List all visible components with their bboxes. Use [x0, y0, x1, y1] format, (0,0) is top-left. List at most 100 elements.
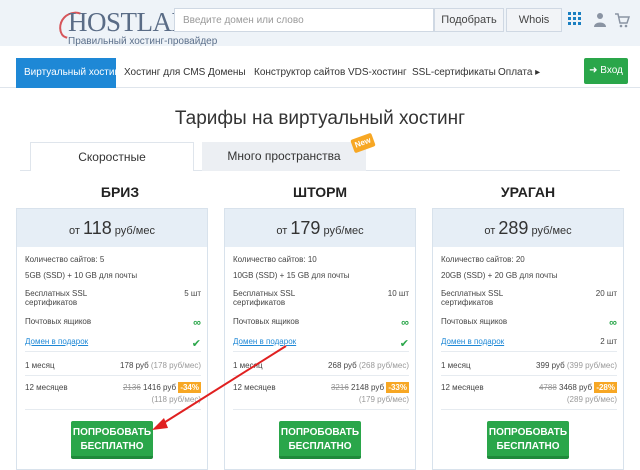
plan-price: от 289 руб/мес	[433, 209, 623, 247]
nav-item-ssl[interactable]: SSL-сертификаты	[412, 58, 496, 88]
nav-item-domains[interactable]: Домены	[208, 58, 246, 88]
month-price: 178 руб	[120, 361, 149, 370]
ssl-value: 5 шт	[184, 289, 201, 298]
plan-price: от 118 руб/мес	[17, 209, 207, 247]
nav-item-payment[interactable]: Оплата ▸	[498, 58, 540, 88]
hostland-logo[interactable]: HOSTLAND Правильный хостинг-провайдер	[30, 4, 217, 47]
sites-row: Количество сайтов: 20	[441, 255, 617, 264]
price-value: 289	[498, 218, 529, 238]
year-label: 12 месяцев	[25, 383, 68, 392]
new-badge: New	[350, 132, 376, 154]
mail-label: Почтовых ящиков	[441, 317, 508, 326]
month-price: 268 руб	[328, 361, 357, 370]
price-unit: руб/мес	[114, 225, 155, 237]
check-icon: ✔	[191, 338, 201, 350]
ssl-label: Бесплатных SSL сертификатов	[441, 289, 503, 307]
month-price: 399 руб	[536, 361, 565, 370]
plan-price: от 179 руб/мес	[225, 209, 415, 247]
price-prefix: от	[484, 225, 496, 237]
year-note: (118 руб/мес)	[151, 395, 201, 404]
sites-value: 10	[307, 255, 317, 264]
user-icon[interactable]	[594, 12, 606, 28]
divider	[25, 375, 201, 376]
tab-fast[interactable]: Скоростные	[30, 142, 194, 171]
discount-badge: -28%	[594, 382, 617, 393]
mail-label: Почтовых ящиков	[25, 317, 92, 326]
mail-row: Почтовых ящиков ∞	[233, 317, 409, 329]
disk-row: 10GB (SSD) + 15 GB для почты	[233, 271, 350, 280]
gift-domain-link[interactable]: Домен в подарок	[25, 337, 88, 346]
sites-label: Количество сайтов:	[25, 255, 98, 264]
ssl-label: Бесплатных SSL сертификатов	[233, 289, 295, 307]
divider	[441, 375, 617, 376]
price-unit: руб/мес	[531, 225, 572, 237]
infinity-icon: ∞	[401, 317, 409, 329]
year-label: 12 месяцев	[233, 383, 276, 392]
domain-search-input[interactable]: Введите домен или слово	[174, 8, 434, 32]
plan-card-hurricane: от 289 руб/мес Количество сайтов: 20 20G…	[432, 208, 624, 470]
disk-row: 20GB (SSD) + 20 GB для почты	[441, 271, 558, 280]
year-note: (179 руб/мес)	[358, 395, 409, 404]
year-old-price: 3216	[330, 383, 349, 392]
plan-title-breeze: БРИЗ	[100, 184, 140, 200]
year-price: 3468 руб	[559, 383, 593, 392]
gift-count: 2 шт	[600, 337, 617, 346]
infinity-icon: ∞	[193, 317, 201, 329]
divider	[233, 375, 409, 376]
gift-domain-link[interactable]: Домен в подарок	[233, 337, 296, 346]
apps-grid-icon[interactable]	[568, 12, 588, 30]
login-label: Вход	[600, 65, 623, 76]
sites-value: 20	[515, 255, 525, 264]
gift-row: Домен в подарок ✔	[25, 337, 201, 350]
sites-label: Количество сайтов:	[441, 255, 514, 264]
price-value: 179	[290, 218, 321, 238]
nav-item-payment-label: Оплата	[498, 67, 533, 78]
infinity-icon: ∞	[609, 317, 617, 329]
check-icon: ✔	[399, 338, 409, 350]
divider	[25, 351, 201, 352]
month-row: 1 месяц 178 руб (178 руб/мес)	[25, 361, 201, 370]
ssl-label: Бесплатных SSL сертификатов	[25, 289, 87, 307]
year-price: 1416 руб	[143, 383, 177, 392]
gift-row: Домен в подарок ✔	[233, 337, 409, 350]
divider	[233, 351, 409, 352]
login-icon: ➜	[589, 65, 598, 76]
ssl-value: 20 шт	[595, 289, 617, 298]
year-row: 12 месяцев 3216 2148 руб -33%	[233, 382, 409, 393]
cart-icon[interactable]	[614, 12, 630, 28]
gift-domain-link[interactable]: Домен в подарок	[441, 337, 504, 346]
try-free-button[interactable]: ПОПРОБОВАТЬ БЕСПЛАТНО	[487, 421, 569, 459]
nav-item-vds[interactable]: VDS-хостинг	[348, 58, 407, 88]
month-label: 1 месяц	[441, 361, 471, 370]
try-free-button[interactable]: ПОПРОБОВАТЬ БЕСПЛАТНО	[71, 421, 153, 459]
site-header: HOSTLAND Правильный хостинг-провайдер Вв…	[0, 0, 640, 47]
price-prefix: от	[69, 225, 80, 237]
login-button[interactable]: ➜ Вход	[584, 58, 628, 84]
discount-badge: -34%	[178, 382, 201, 393]
month-row: 1 месяц 268 руб (268 руб/мес)	[233, 361, 409, 370]
sites-row: Количество сайтов: 5	[25, 255, 201, 264]
plan-title-hurricane: УРАГАН	[500, 184, 556, 200]
year-label: 12 месяцев	[441, 383, 484, 392]
month-note: (268 руб/мес)	[358, 361, 409, 370]
try-free-button[interactable]: ПОПРОБОВАТЬ БЕСПЛАТНО	[279, 421, 361, 459]
mail-row: Почтовых ящиков ∞	[25, 317, 201, 329]
month-label: 1 месяц	[25, 361, 55, 370]
nav-item-site-builder[interactable]: Конструктор сайтов	[254, 58, 345, 88]
divider	[441, 351, 617, 352]
discount-badge: -33%	[386, 382, 409, 393]
nav-item-virtual-hosting[interactable]: Виртуальный хостинг	[16, 58, 124, 88]
year-old-price: 4788	[538, 383, 557, 392]
price-value: 118	[83, 218, 112, 238]
logo-tagline: Правильный хостинг-провайдер	[68, 36, 218, 47]
whois-button[interactable]: Whois	[506, 8, 562, 32]
mail-row: Почтовых ящиков ∞	[441, 317, 617, 329]
month-label: 1 месяц	[233, 361, 263, 370]
nav-item-cms-hosting[interactable]: Хостинг для CMS	[124, 58, 205, 88]
find-domain-button[interactable]: Подобрать	[434, 8, 504, 32]
year-row: 12 месяцев 4788 3468 руб -28%	[441, 382, 617, 393]
plan-title-storm: ШТОРМ	[293, 184, 347, 200]
plan-card-storm: от 179 руб/мес Количество сайтов: 10 10G…	[224, 208, 416, 470]
year-row: 12 месяцев 2136 1416 руб -34%	[25, 382, 201, 393]
tab-more-space[interactable]: Много пространства	[202, 142, 366, 171]
